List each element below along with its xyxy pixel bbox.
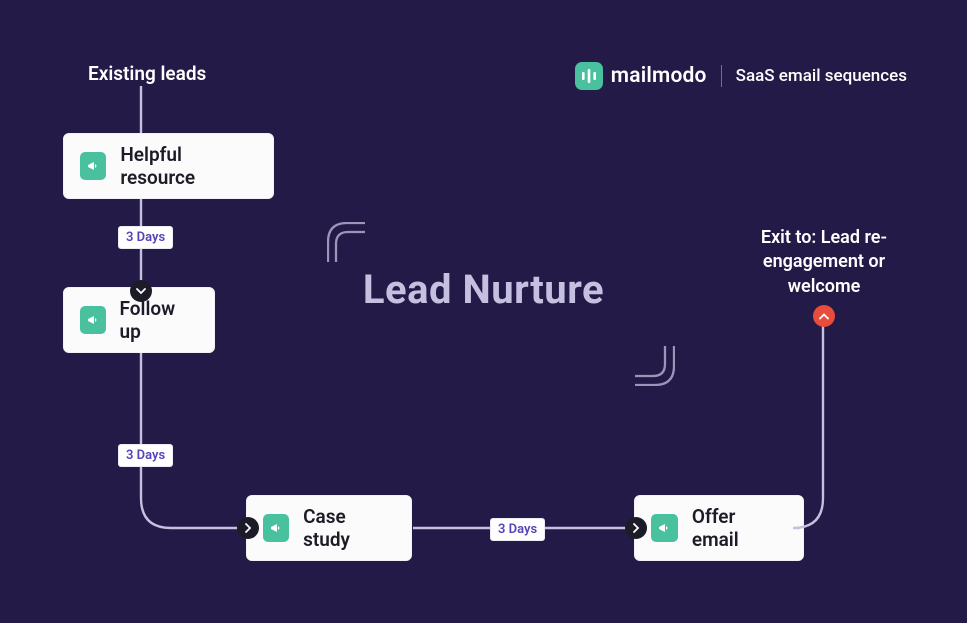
chevron-up-icon xyxy=(813,305,835,327)
delay-chip-1: 3 Days xyxy=(118,226,173,249)
chevron-right-icon xyxy=(237,517,259,539)
delay-chip-3: 3 Days xyxy=(490,518,545,541)
chevron-right-icon xyxy=(625,517,647,539)
chevron-down-icon xyxy=(130,280,152,302)
delay-chip-2: 3 Days xyxy=(118,444,173,467)
